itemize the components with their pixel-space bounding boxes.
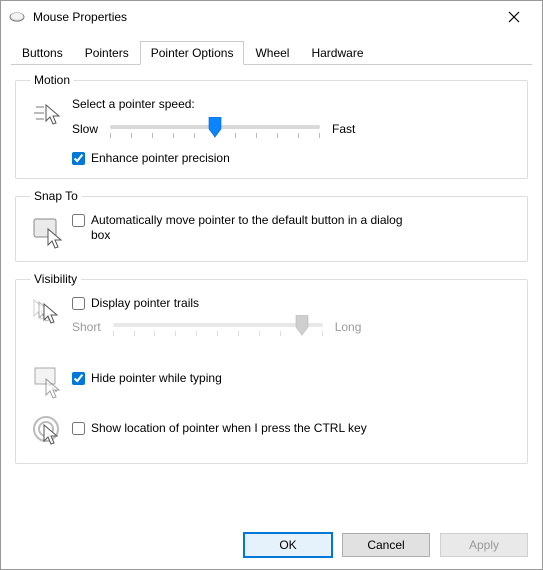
apply-button: Apply [440, 533, 528, 557]
close-button[interactable] [494, 3, 534, 31]
pointer-speed-slider[interactable] [110, 119, 320, 139]
pointer-speed-fast-label: Fast [332, 122, 355, 136]
tab-pointers[interactable]: Pointers [74, 41, 140, 65]
snap-to-icon [32, 215, 66, 249]
ctrl-locate-label: Show location of pointer when I press th… [91, 421, 367, 436]
pointer-trails-thumb [294, 315, 310, 335]
trails-short-label: Short [72, 320, 101, 334]
tab-wheel[interactable]: Wheel [244, 41, 300, 65]
cancel-button[interactable]: Cancel [342, 533, 430, 557]
pointer-speed-slow-label: Slow [72, 122, 98, 136]
window-title: Mouse Properties [33, 10, 494, 24]
snap-to-default-checkbox[interactable]: Automatically move pointer to the defaul… [72, 213, 517, 243]
group-snap-to-legend: Snap To [30, 189, 82, 203]
hide-while-typing-label: Hide pointer while typing [91, 371, 222, 386]
enhance-precision-checkbox[interactable]: Enhance pointer precision [72, 151, 517, 166]
hide-while-typing-checkbox[interactable]: Hide pointer while typing [72, 371, 517, 386]
tab-pane-pointer-options: Motion Select a pointer speed: [13, 67, 530, 513]
tab-pointer-options[interactable]: Pointer Options [140, 41, 245, 65]
pointer-speed-label: Select a pointer speed: [72, 97, 517, 111]
ctrl-locate-icon [32, 415, 66, 449]
ok-button[interactable]: OK [244, 533, 332, 557]
tab-buttons[interactable]: Buttons [11, 41, 74, 65]
group-visibility: Visibility Display pointer trails [15, 272, 528, 464]
titlebar: Mouse Properties [1, 1, 542, 33]
mouse-properties-dialog: Mouse Properties Buttons Pointers Pointe… [0, 0, 543, 570]
pointer-trails-icon [32, 298, 66, 332]
group-snap-to: Snap To Automatically move pointer to th… [15, 189, 528, 262]
pointer-trails-label: Display pointer trails [91, 296, 199, 311]
hide-while-typing-icon [32, 365, 66, 399]
pointer-trails-checkbox[interactable]: Display pointer trails [72, 296, 517, 311]
pointer-trails-slider [113, 317, 323, 337]
pointer-speed-thumb[interactable] [207, 117, 223, 137]
dialog-buttons: OK Cancel Apply [244, 533, 528, 557]
ctrl-locate-checkbox[interactable]: Show location of pointer when I press th… [72, 421, 517, 436]
enhance-precision-label: Enhance pointer precision [91, 151, 230, 166]
pointer-speed-icon [32, 99, 66, 133]
mouse-icon [9, 11, 25, 23]
group-motion: Motion Select a pointer speed: [15, 73, 528, 179]
tab-hardware[interactable]: Hardware [300, 41, 374, 65]
group-motion-legend: Motion [30, 73, 74, 87]
tab-strip: Buttons Pointers Pointer Options Wheel H… [11, 39, 532, 65]
group-visibility-legend: Visibility [30, 272, 81, 286]
trails-long-label: Long [335, 320, 362, 334]
snap-to-default-label: Automatically move pointer to the defaul… [91, 213, 421, 243]
